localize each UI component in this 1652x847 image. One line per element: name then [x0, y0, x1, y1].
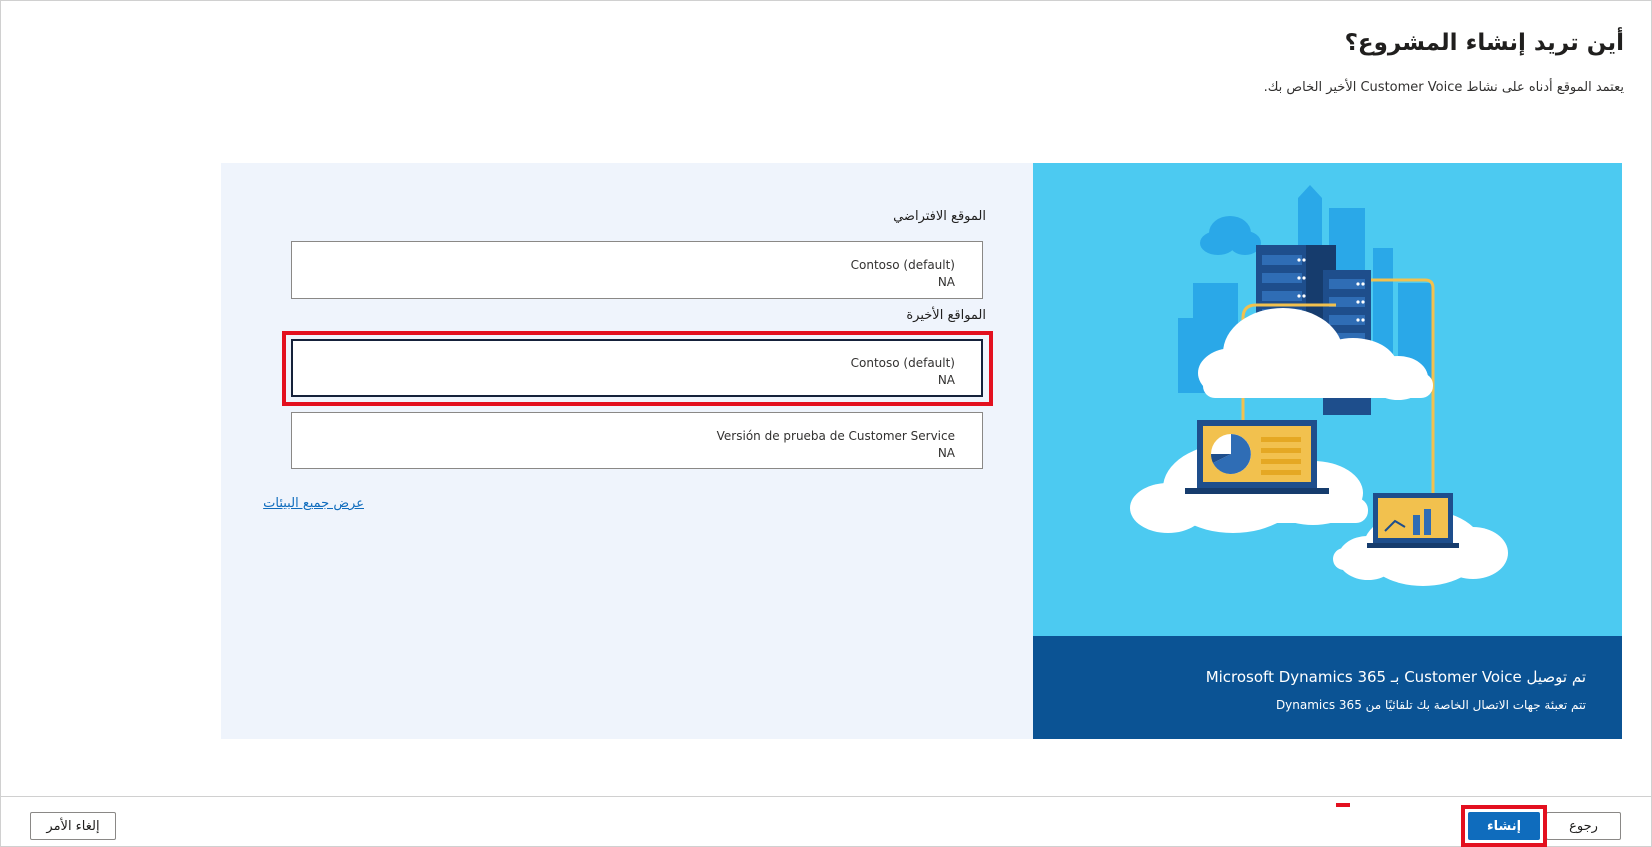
create-button[interactable]: إنشاء	[1468, 812, 1540, 840]
dynamics-illustration-panel: تم توصيل Customer Voice بـ Microsoft Dyn…	[1033, 163, 1622, 739]
laptop-bar-chart-icon	[1367, 493, 1459, 548]
cancel-button[interactable]: إلغاء الأمر	[30, 812, 116, 840]
dynamics-connection-banner: تم توصيل Customer Voice بـ Microsoft Dyn…	[1033, 636, 1622, 739]
annotation-mark	[1336, 803, 1350, 807]
footer-divider	[0, 796, 1652, 797]
default-environment-card[interactable]: Contoso (default) NA	[291, 241, 983, 299]
banner-text: تتم تعبئة جهات الاتصال الخاصة بك تلقائيً…	[1275, 698, 1586, 712]
page-subtitle: يعتمد الموقع أدناه على نشاط Customer Voi…	[1263, 80, 1624, 95]
laptop-chart-icon	[1185, 420, 1329, 494]
cloud-servers-illustration	[1130, 185, 1508, 586]
recent-environment-card[interactable]: Versión de prueba de Customer Service NA	[291, 412, 983, 469]
default-location-label: الموقع الافتراضي	[893, 209, 986, 224]
environment-name: Contoso (default)	[850, 356, 955, 370]
view-all-environments-link[interactable]: عرض جميع البيئات	[263, 496, 364, 511]
banner-title: تم توصيل Customer Voice بـ Microsoft Dyn…	[1205, 668, 1586, 686]
environment-region: NA	[937, 275, 955, 289]
environment-selection-panel: الموقع الافتراضي Contoso (default) NA ال…	[221, 163, 1033, 739]
content-area: الموقع الافتراضي Contoso (default) NA ال…	[221, 163, 1622, 739]
recent-environment-card[interactable]: Contoso (default) NA	[291, 339, 983, 397]
environment-name: Versión de prueba de Customer Service	[716, 429, 955, 443]
back-button[interactable]: رجوع	[1546, 812, 1621, 840]
environment-name: Contoso (default)	[850, 258, 955, 272]
environment-region: NA	[937, 373, 955, 387]
page-title: أين تريد إنشاء المشروع؟	[1344, 30, 1624, 56]
environment-region: NA	[937, 446, 955, 460]
recent-locations-label: المواقع الأخيرة	[906, 308, 986, 323]
